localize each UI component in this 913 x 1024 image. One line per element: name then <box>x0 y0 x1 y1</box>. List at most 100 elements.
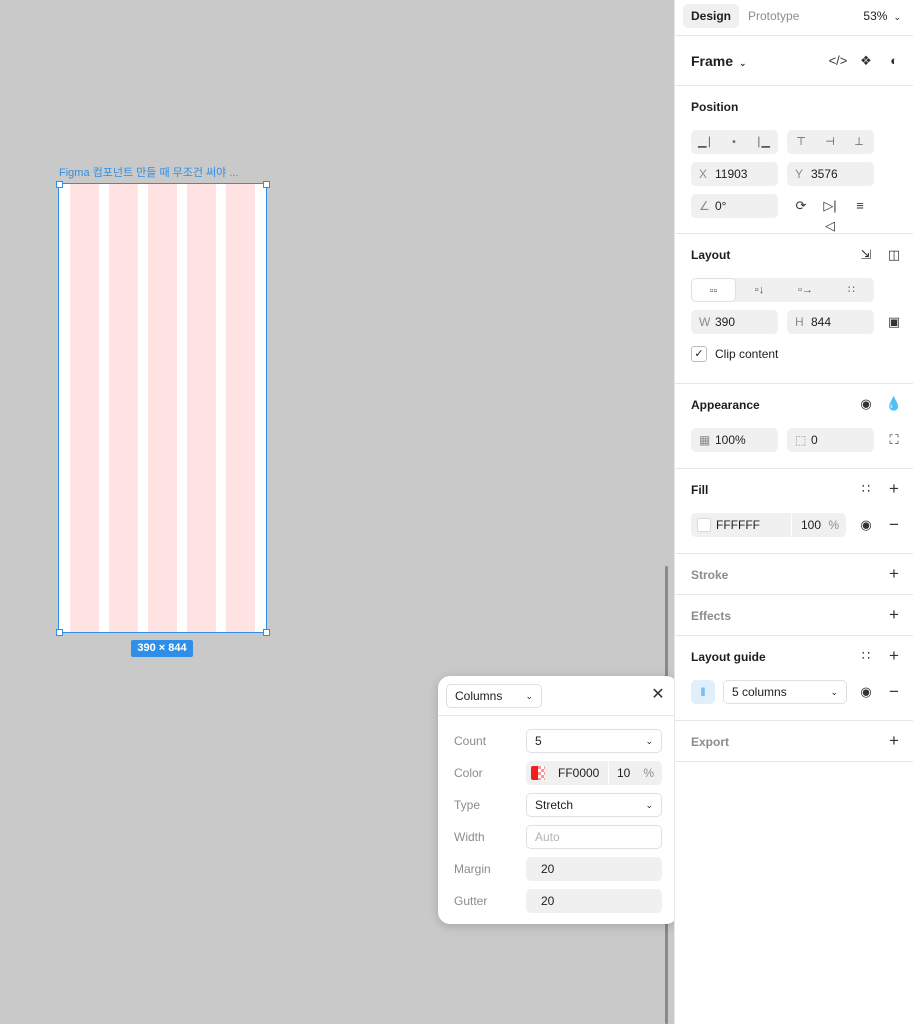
margin-input[interactable]: 20 <box>526 857 662 881</box>
layout-guide-popover: Columns ⌄ ✕ Count 5 ⌄ Color FF0000 10 % … <box>438 676 678 924</box>
corner-radius-icon: ⬚ <box>795 433 807 447</box>
eye-icon[interactable]: ◉ <box>856 682 876 702</box>
align-center-h-icon[interactable]: ⋆ <box>723 130 745 154</box>
resize-handle-top-right[interactable] <box>263 181 270 188</box>
add-effect-icon[interactable]: + <box>884 605 904 625</box>
w-label: W <box>699 315 711 329</box>
popover-header: Columns ⌄ ✕ <box>438 676 678 716</box>
angle-icon: ∠ <box>699 199 710 213</box>
divider <box>791 513 792 537</box>
color-field[interactable]: FF0000 10 % <box>526 761 662 785</box>
chevron-down-icon: ⌄ <box>893 12 901 22</box>
count-row: Count 5 ⌄ <box>454 729 662 753</box>
styles-icon[interactable]: ∷ <box>856 646 876 666</box>
divider <box>608 761 609 785</box>
styles-icon[interactable]: ∷ <box>856 479 876 499</box>
guide-type-select[interactable]: Columns ⌄ <box>446 684 542 708</box>
width-label: Width <box>454 830 485 844</box>
vertical-layout-icon[interactable]: ▫↓ <box>737 278 782 302</box>
layout-guide-select[interactable]: 5 columns ⌄ <box>723 680 847 704</box>
eye-icon[interactable]: ◉ <box>856 394 876 414</box>
fill-title: Fill <box>691 483 709 497</box>
frame-type-dropdown[interactable]: Frame ⌄ <box>691 53 747 69</box>
vertical-align-group: ⊤ ⊣ ⊥ <box>787 130 874 154</box>
remove-fill-icon[interactable]: − <box>884 515 904 535</box>
y-field[interactable]: Y 3576 <box>787 162 874 186</box>
tab-prototype[interactable]: Prototype <box>740 4 807 28</box>
resize-handle-bottom-left[interactable] <box>56 629 63 636</box>
width-input[interactable]: Auto <box>526 825 662 849</box>
fill-opacity[interactable]: 100 <box>801 513 821 537</box>
resize-handle-bottom-right[interactable] <box>263 629 270 636</box>
panel-tabs: Design Prototype 53% ⌄ <box>675 0 913 36</box>
corner-radius-field[interactable]: ⬚ 0 <box>787 428 874 452</box>
align-left-icon[interactable]: ▁∣ <box>694 130 716 154</box>
chevron-down-icon: ⌄ <box>739 58 747 68</box>
freeform-layout-icon[interactable]: ▫▫ <box>691 278 736 302</box>
margin-label: Margin <box>454 862 491 876</box>
fill-row[interactable]: FFFFFF 100 % <box>691 513 846 537</box>
layout-grid-column <box>109 184 138 632</box>
code-icon[interactable]: </> <box>828 51 848 71</box>
width-row: Width Auto <box>454 825 662 849</box>
flip-horizontal-icon[interactable]: ▷|◁ <box>820 196 840 233</box>
resize-handle-top-left[interactable] <box>56 181 63 188</box>
opacity-field[interactable]: ▦ 100% <box>691 428 778 452</box>
collapse-icon[interactable]: ⇲ <box>856 245 876 265</box>
add-fill-icon[interactable]: + <box>884 479 904 499</box>
width-field[interactable]: W 390 <box>691 310 778 334</box>
color-opacity-input[interactable]: 10 <box>617 761 630 785</box>
constrain-proportions-icon[interactable]: ▣ <box>884 312 904 332</box>
component-icon[interactable]: ❖ <box>856 51 876 71</box>
add-stroke-icon[interactable]: + <box>884 564 904 584</box>
independent-corners-icon[interactable]: ⛶ <box>884 430 904 450</box>
rotate-icon[interactable]: ⟳ <box>791 196 811 216</box>
auto-layout-icon[interactable]: ◫ <box>884 245 904 265</box>
effects-title: Effects <box>691 609 732 623</box>
zoom-dropdown[interactable]: 53% ⌄ <box>863 4 901 29</box>
color-hex-input[interactable]: FF0000 <box>558 761 599 785</box>
chevron-down-icon: ⌄ <box>830 687 838 697</box>
contrast-icon[interactable]: ◐ <box>884 51 904 71</box>
count-select[interactable]: 5 ⌄ <box>526 729 662 753</box>
horizontal-layout-icon[interactable]: ▫→ <box>783 278 828 302</box>
layout-flow-group: ▫▫ ▫↓ ▫→ ∷ <box>691 278 874 302</box>
columns-grid-icon[interactable]: ‖ <box>691 680 715 704</box>
corner-radius-value: 0 <box>811 433 818 447</box>
align-top-icon[interactable]: ⊤ <box>790 130 812 154</box>
grid-layout-icon[interactable]: ∷ <box>829 278 874 302</box>
fill-hex[interactable]: FFFFFF <box>716 513 760 537</box>
position-title: Position <box>691 100 739 114</box>
height-field[interactable]: H 844 <box>787 310 874 334</box>
opacity-icon: ▦ <box>699 433 711 447</box>
add-export-icon[interactable]: + <box>884 731 904 751</box>
align-right-icon[interactable]: ∣▁ <box>752 130 774 154</box>
appearance-title: Appearance <box>691 398 760 412</box>
y-label: Y <box>795 167 804 181</box>
fill-swatch[interactable] <box>697 518 711 532</box>
x-field[interactable]: X 11903 <box>691 162 778 186</box>
blend-mode-icon[interactable]: 💧 <box>884 394 904 414</box>
color-swatch[interactable] <box>531 766 545 780</box>
selected-frame[interactable] <box>58 183 267 633</box>
frame-name-label[interactable]: Figma 컴포넌트 만들 때 무조건 써야 ... <box>59 164 239 180</box>
stroke-title: Stroke <box>691 568 729 582</box>
eye-icon[interactable]: ◉ <box>856 515 876 535</box>
frame-section: Frame ⌄ </> ❖ ◐ <box>675 37 913 86</box>
appearance-section: Appearance ◉ 💧 ▦ 100% ⬚ 0 ⛶ <box>675 384 913 469</box>
align-bottom-icon[interactable]: ⊥ <box>848 130 870 154</box>
add-guide-icon[interactable]: + <box>884 646 904 666</box>
gutter-input[interactable]: 20 <box>526 889 662 913</box>
remove-guide-icon[interactable]: − <box>884 682 904 702</box>
tab-design[interactable]: Design <box>683 4 740 28</box>
flip-vertical-icon[interactable]: ≡ <box>850 196 870 216</box>
layout-guide-value: 5 columns <box>732 685 787 699</box>
close-icon[interactable]: ✕ <box>650 686 666 704</box>
align-middle-icon[interactable]: ⊣ <box>819 130 841 154</box>
layout-guide-section: Layout guide ∷ + ‖ 5 columns ⌄ ◉ − <box>675 636 913 721</box>
clip-content-checkbox[interactable]: ✓ <box>691 346 707 362</box>
type-select[interactable]: Stretch ⌄ <box>526 793 662 817</box>
layout-guide-title: Layout guide <box>691 650 766 664</box>
rotation-field[interactable]: ∠ 0° <box>691 194 778 218</box>
effects-section: Effects + <box>675 595 913 636</box>
